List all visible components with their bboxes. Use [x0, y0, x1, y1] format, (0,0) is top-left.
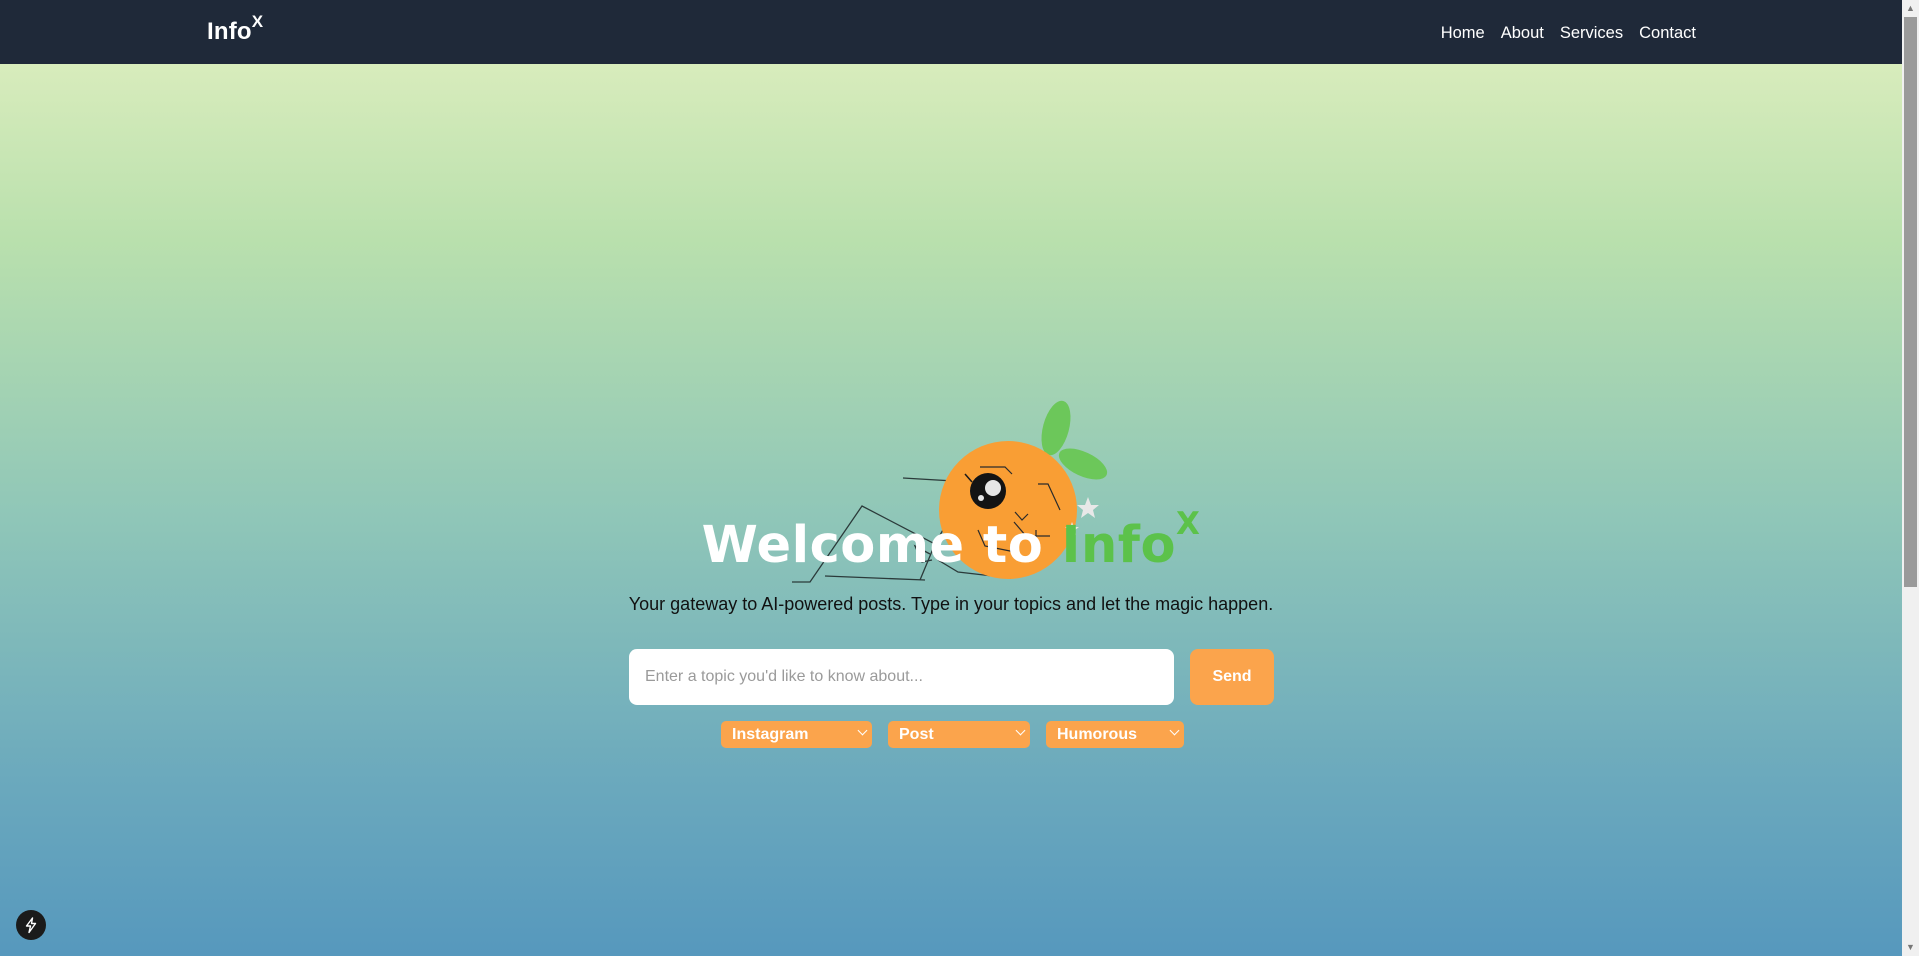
format-select-value: Post: [899, 726, 934, 743]
brand-logo[interactable]: InfoX: [207, 12, 263, 46]
hero-subtitle: Your gateway to AI-powered posts. Type i…: [628, 594, 1274, 614]
format-select[interactable]: Post: [888, 721, 1030, 748]
chevron-down-icon: [1169, 725, 1180, 736]
hero-title-accent: Info: [1061, 516, 1177, 575]
hero-section: Welcome to InfoX Your gateway to AI-powe…: [0, 64, 1902, 956]
tone-select[interactable]: Humorous: [1046, 721, 1184, 748]
scroll-up-arrow-icon[interactable]: ▲: [1902, 0, 1919, 17]
send-button[interactable]: Send: [1190, 649, 1274, 705]
hero-title-prefix: Welcome to: [701, 516, 1062, 575]
platform-select-value: Instagram: [732, 726, 809, 743]
brand-text: Info: [207, 18, 252, 45]
brand-superscript: X: [251, 12, 264, 31]
nav-link-about[interactable]: About: [1501, 24, 1544, 43]
dev-tools-button[interactable]: [16, 910, 46, 940]
platform-select[interactable]: Instagram: [721, 721, 872, 748]
chevron-down-icon: [857, 725, 868, 736]
top-navbar: InfoX Home About Services Contact: [0, 0, 1902, 64]
lightning-bolt-icon: [25, 917, 37, 934]
search-row: Send: [629, 649, 1274, 705]
scrollbar-thumb[interactable]: [1904, 17, 1917, 587]
chevron-down-icon: [1015, 725, 1026, 736]
hero-title: Welcome to InfoX: [0, 506, 1902, 575]
tone-select-value: Humorous: [1057, 726, 1137, 743]
scroll-down-arrow-icon[interactable]: ▼: [1902, 939, 1919, 956]
hero-title-superscript: X: [1176, 506, 1201, 542]
nav-links: Home About Services Contact: [1425, 24, 1696, 43]
topic-search-input[interactable]: [629, 649, 1174, 705]
nav-link-home[interactable]: Home: [1441, 24, 1485, 43]
page-scrollbar[interactable]: ▲ ▼: [1902, 0, 1919, 956]
nav-link-contact[interactable]: Contact: [1639, 24, 1696, 43]
nav-link-services[interactable]: Services: [1560, 24, 1623, 43]
